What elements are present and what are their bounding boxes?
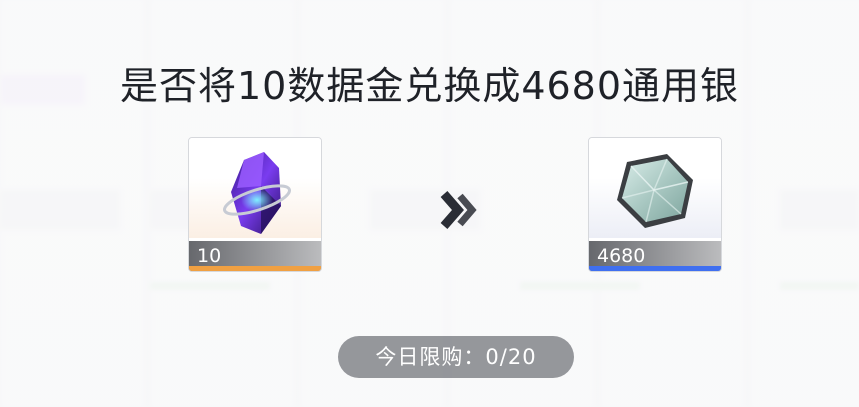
exchange-confirm-title: 是否将10数据金兑换成4680通用银 bbox=[119, 64, 740, 108]
daily-limit-badge: 今日限购：0/20 bbox=[338, 336, 574, 378]
silver-hexagon-icon bbox=[589, 138, 721, 238]
from-item-card[interactable]: 10 bbox=[188, 137, 322, 272]
rarity-bar bbox=[589, 266, 721, 271]
rarity-bar bbox=[189, 266, 321, 271]
purple-crystal-icon bbox=[189, 138, 321, 238]
to-item-card[interactable]: 4680 bbox=[588, 137, 722, 272]
double-chevron-right-icon bbox=[436, 188, 484, 232]
exchange-dialog: 是否将10数据金兑换成4680通用银 10 4680 今日限购：0/20 bbox=[0, 0, 859, 407]
from-item-quantity: 10 bbox=[197, 245, 222, 267]
to-item-quantity: 4680 bbox=[597, 245, 646, 267]
